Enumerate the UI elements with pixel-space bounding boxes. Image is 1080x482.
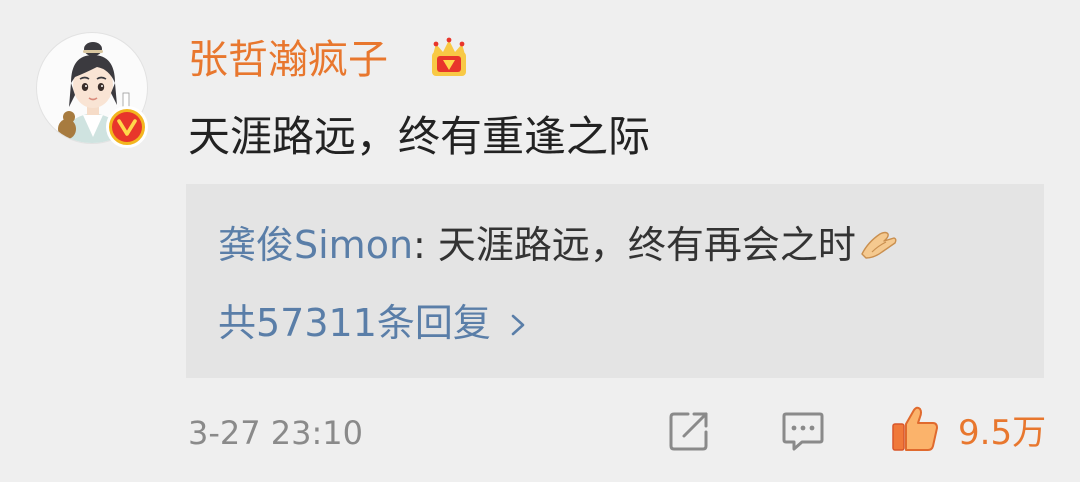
chevron-right-icon: [511, 314, 525, 336]
username[interactable]: 张哲瀚疯子: [188, 34, 388, 86]
reply-line: 龚俊Simon: 天涯路远，终有再会之时: [218, 220, 898, 270]
comment-text: 天涯路远，终有重逢之际: [188, 112, 651, 161]
crown-icon[interactable]: [426, 36, 472, 82]
verified-badge: [106, 106, 148, 148]
comment-icon[interactable]: [780, 408, 826, 454]
share-icon[interactable]: [666, 408, 712, 454]
timestamp: 3-27 23:10: [188, 414, 364, 452]
like-count: 9.5万: [958, 413, 1047, 453]
reply-text: 天涯路远，终有再会之时: [437, 223, 856, 267]
comment-card: 张哲瀚疯子 天涯路远，终有重逢之际 龚俊Simon: 天涯路远，终有再会之时 共…: [0, 0, 1080, 482]
reply-count-label: 共57311条回复: [218, 301, 491, 345]
pray-icon: [861, 231, 897, 259]
reply-separator: :: [413, 223, 438, 267]
reply-author[interactable]: 龚俊Simon: [218, 223, 413, 267]
thumbs-up-icon[interactable]: [890, 404, 940, 454]
verified-v-icon: [112, 112, 142, 142]
reply-count-link[interactable]: 共57311条回复: [218, 298, 531, 348]
reply-preview-box[interactable]: 龚俊Simon: 天涯路远，终有再会之时 共57311条回复: [186, 184, 1044, 378]
